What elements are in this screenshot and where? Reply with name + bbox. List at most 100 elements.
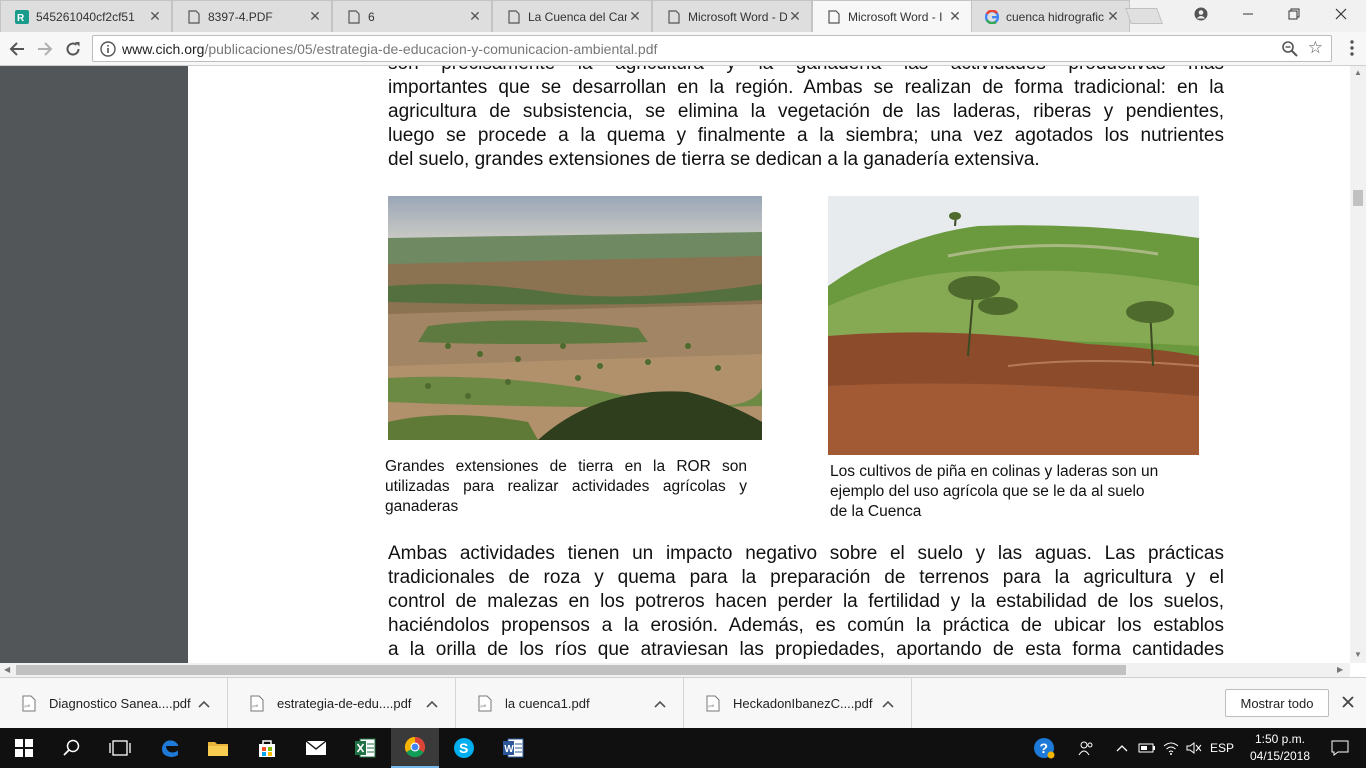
chevron-up-icon[interactable]: [197, 699, 211, 709]
close-tab-icon[interactable]: ✕: [627, 8, 643, 25]
paragraph-impact: Ambas actividades tienen un impacto nega…: [388, 542, 1224, 662]
new-tab-button[interactable]: [1125, 8, 1163, 24]
scroll-left-icon[interactable]: ◀: [4, 665, 10, 674]
profile-icon[interactable]: [1178, 0, 1224, 28]
document-icon: [827, 9, 841, 24]
edge-icon[interactable]: [146, 728, 194, 768]
svg-text:pdf: pdf: [253, 703, 259, 708]
windows-start-icon[interactable]: [0, 728, 48, 768]
scroll-down-icon[interactable]: ▼: [1354, 650, 1362, 659]
svg-text:?: ?: [1040, 740, 1049, 756]
more-menu-icon[interactable]: [1350, 40, 1354, 56]
download-shelf: pdf Diagnostico Sanea....pdf pdf estrate…: [0, 677, 1366, 729]
text-line: agricultura de subsistencia, se elimina …: [388, 101, 1224, 122]
download-item-1[interactable]: pdf Diagnostico Sanea....pdf: [0, 678, 228, 729]
document-icon: [667, 9, 681, 24]
paragraph-agriculture: son precisamente la agricultura y la gan…: [388, 66, 1224, 172]
file-explorer-icon[interactable]: [194, 728, 242, 768]
people-icon[interactable]: [1074, 728, 1098, 768]
download-item-2[interactable]: pdf estrategia-de-edu....pdf: [228, 678, 456, 729]
horizontal-scrollbar[interactable]: ◀ ▶: [0, 663, 1350, 677]
pineapple-hill-photo: [828, 196, 1199, 455]
minimize-icon[interactable]: [1225, 0, 1271, 28]
r-app-icon: R: [15, 9, 29, 24]
excel-icon[interactable]: [341, 728, 389, 768]
chevron-up-icon[interactable]: [881, 699, 895, 709]
viewer-background: [0, 66, 188, 663]
restore-icon[interactable]: [1271, 0, 1317, 28]
url-path: /publicaciones/05/estrategia-de-educacio…: [204, 40, 658, 57]
chrome-icon[interactable]: [391, 728, 439, 768]
clock-date: 04/15/2018: [1249, 749, 1311, 763]
tab-title: La Cuenca del Can: [528, 9, 627, 24]
reload-icon[interactable]: [60, 36, 86, 62]
tab-3[interactable]: 6 ✕: [332, 0, 492, 32]
download-item-3[interactable]: pdf la cuenca1.pdf: [456, 678, 684, 729]
back-icon[interactable]: [4, 36, 30, 62]
tab-2[interactable]: 8397-4.PDF ✕: [172, 0, 332, 32]
show-all-downloads-button[interactable]: Mostrar todo: [1225, 689, 1329, 717]
tab-1[interactable]: R 545261040cf2cf51 ✕: [0, 0, 172, 32]
text-line: haciéndolos propensos a la erosión. Adem…: [388, 615, 1224, 636]
help-icon[interactable]: ?: [1030, 728, 1058, 768]
caption-line: ganaderas: [385, 498, 459, 515]
svg-text:pdf: pdf: [709, 703, 715, 708]
zoom-icon[interactable]: [1281, 40, 1299, 58]
battery-icon[interactable]: [1136, 728, 1158, 768]
skype-icon[interactable]: S: [440, 728, 488, 768]
text-line: control de malezas en los potreros hacen…: [388, 591, 1224, 612]
task-view-icon[interactable]: [96, 728, 144, 768]
pdf-file-icon: pdf: [22, 695, 36, 712]
tab-6-active[interactable]: Microsoft Word - I ✕: [812, 0, 972, 32]
close-tab-icon[interactable]: ✕: [1105, 8, 1121, 25]
input-language[interactable]: ESP: [1208, 728, 1236, 768]
caption-line: Los cultivos de piña en colinas y ladera…: [830, 463, 1159, 480]
close-tab-icon[interactable]: ✕: [947, 8, 963, 25]
vertical-scroll-thumb[interactable]: [1353, 190, 1363, 206]
close-shelf-icon[interactable]: [1340, 694, 1356, 710]
close-window-icon[interactable]: [1318, 0, 1364, 28]
horizontal-scroll-thumb[interactable]: [16, 665, 1126, 675]
text-line: Ambas actividades tienen un impacto nega…: [388, 543, 1224, 564]
svg-text:R: R: [17, 13, 25, 24]
tab-7[interactable]: cuenca hidrografic ✕: [970, 0, 1130, 32]
url-text: www.cich.org/publicaciones/05/estrategia…: [122, 41, 657, 57]
document-icon: [507, 9, 521, 24]
vertical-scrollbar[interactable]: ▲ ▼: [1350, 66, 1366, 663]
close-tab-icon[interactable]: ✕: [147, 8, 163, 25]
bookmark-star-icon[interactable]: ☆: [1308, 38, 1323, 58]
chevron-up-icon[interactable]: [425, 699, 439, 709]
windows-taskbar: S W ? ESP 1:50 p.m. 04/15/2018: [0, 728, 1366, 768]
chevron-up-icon[interactable]: [653, 699, 667, 709]
show-hidden-icons-icon[interactable]: [1112, 728, 1132, 768]
close-tab-icon[interactable]: ✕: [307, 8, 323, 25]
svg-text:S: S: [459, 740, 468, 756]
photo-caption-1: Grandes extensiones de tierra en la ROR …: [385, 457, 747, 517]
word-icon[interactable]: W: [489, 728, 537, 768]
pdf-page: son precisamente la agricultura y la gan…: [188, 66, 1350, 663]
system-clock[interactable]: 1:50 p.m. 04/15/2018: [1240, 731, 1320, 765]
address-bar[interactable]: www.cich.org/publicaciones/05/estrategia…: [92, 35, 1332, 62]
close-tab-icon[interactable]: ✕: [787, 8, 803, 25]
info-icon[interactable]: [100, 40, 116, 57]
tab-title: 545261040cf2cf51: [36, 9, 135, 24]
text-line: son precisamente la agricultura y la gan…: [388, 66, 1224, 76]
forward-icon[interactable]: [32, 36, 58, 62]
wifi-icon[interactable]: [1160, 728, 1182, 768]
scroll-up-icon[interactable]: ▲: [1354, 68, 1362, 77]
tab-4[interactable]: La Cuenca del Can ✕: [492, 0, 652, 32]
clock-time: 1:50 p.m.: [1254, 732, 1306, 746]
search-icon[interactable]: [48, 728, 96, 768]
tab-5[interactable]: Microsoft Word - D ✕: [652, 0, 812, 32]
close-tab-icon[interactable]: ✕: [467, 8, 483, 25]
store-icon[interactable]: [243, 728, 291, 768]
download-item-4[interactable]: pdf HeckadonIbanezC....pdf: [684, 678, 912, 729]
download-filename: Diagnostico Sanea....pdf: [49, 696, 191, 711]
text-line: luego se procede a la quema y finalmente…: [388, 125, 1224, 146]
mail-icon[interactable]: [292, 728, 340, 768]
action-center-icon[interactable]: [1320, 728, 1360, 768]
volume-muted-icon[interactable]: [1184, 728, 1204, 768]
svg-text:W: W: [504, 744, 514, 755]
download-filename: estrategia-de-edu....pdf: [277, 696, 412, 711]
scroll-right-icon[interactable]: ▶: [1337, 665, 1343, 674]
